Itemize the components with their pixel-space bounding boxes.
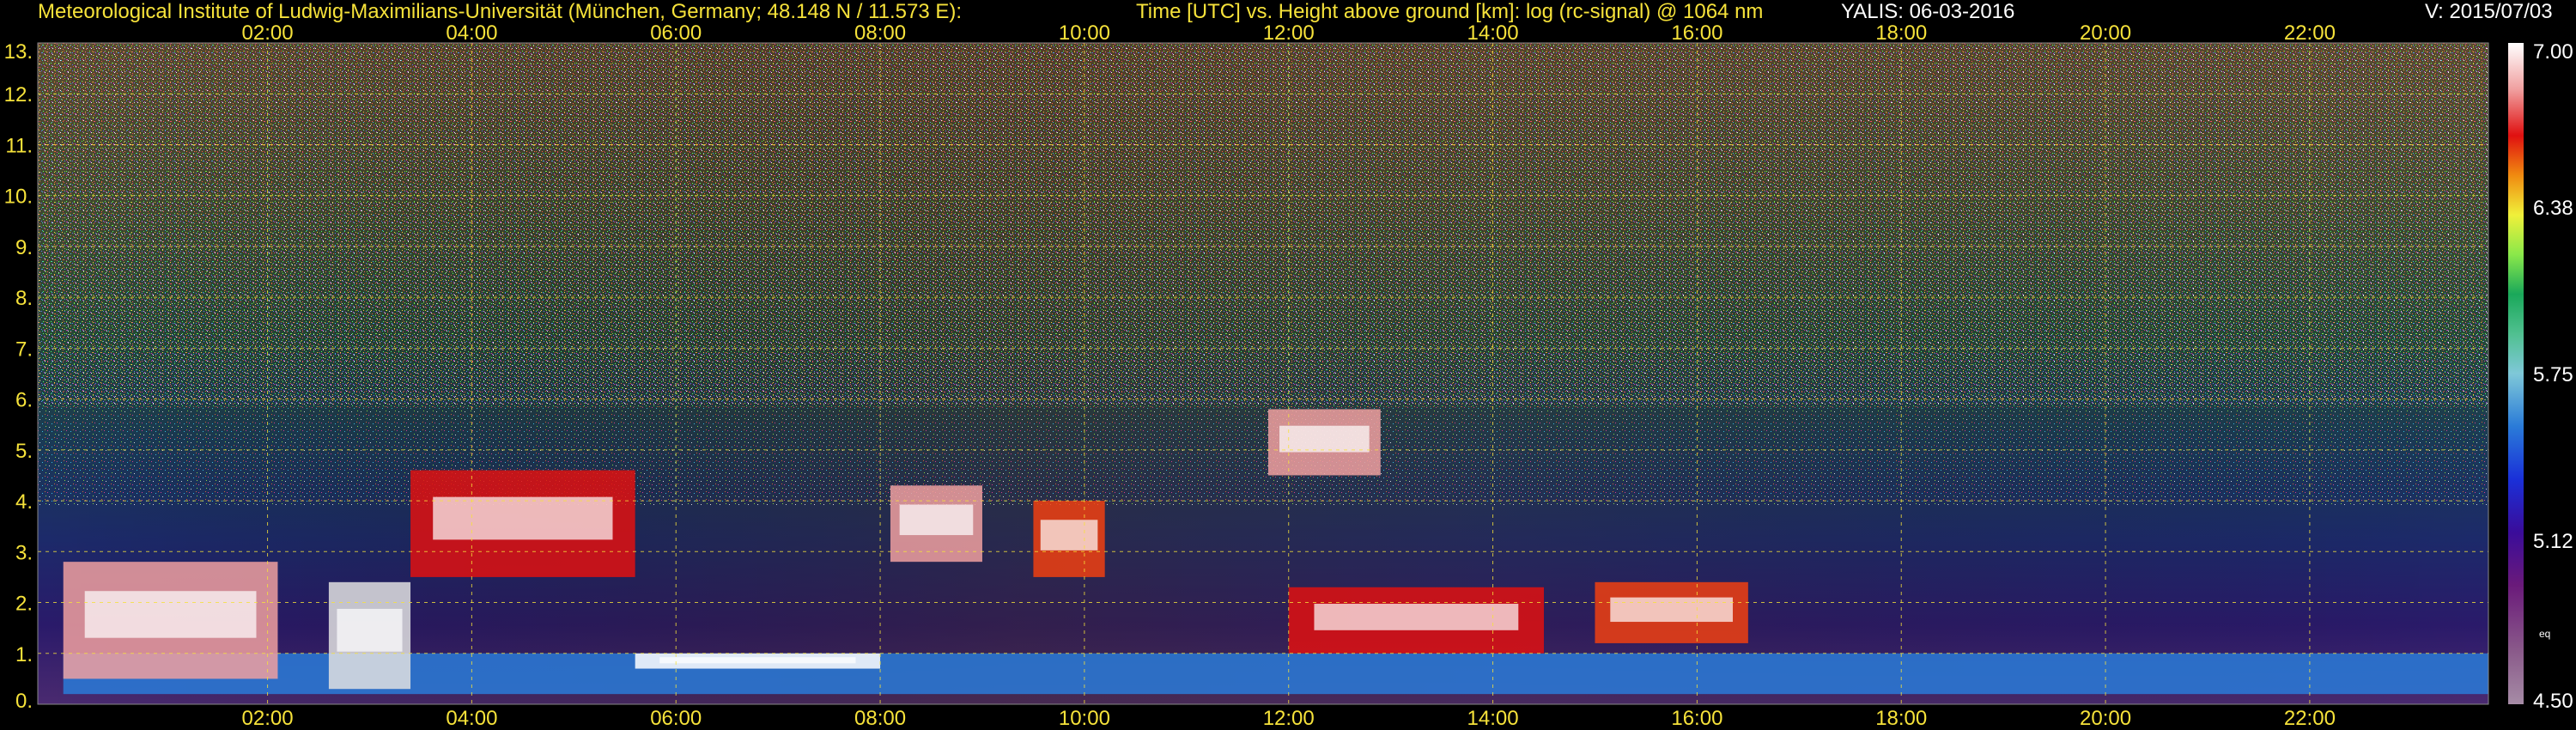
x-tick-label-top: 08:00: [854, 21, 906, 45]
backscatter-core: [337, 608, 403, 652]
backscatter-core: [1040, 520, 1098, 551]
x-tick-label-top: 20:00: [2080, 21, 2131, 45]
y-tick-label: 7.: [15, 338, 33, 361]
x-tick-label-bottom: 06:00: [650, 707, 702, 730]
x-tick-label-bottom: 20:00: [2080, 707, 2131, 730]
x-tick-label-top: 14:00: [1467, 21, 1519, 45]
y-tick-label: 4.: [15, 490, 33, 514]
x-tick-label-bottom: 22:00: [2284, 707, 2336, 730]
y-tick-label: 5.: [15, 440, 33, 463]
x-tick-label-top: 02:00: [242, 21, 294, 45]
x-tick-label-top: 12:00: [1263, 21, 1315, 45]
colorbar-small-label: eq: [2539, 628, 2550, 640]
x-tick-label-bottom: 10:00: [1059, 707, 1110, 730]
y-tick-label: 0.: [15, 690, 33, 713]
instrument-date: YALIS: 06-03-2016: [1841, 0, 2015, 23]
x-tick-label-top: 10:00: [1059, 21, 1110, 45]
x-tick-label-bottom: 02:00: [242, 707, 294, 730]
x-tick-label-bottom: 04:00: [446, 707, 497, 730]
x-tick-label-bottom: 16:00: [1671, 707, 1722, 730]
x-ticks-top: 02:00 04:00 06:00 08:00 10:00 12:00 14:00 16:00…: [242, 21, 2336, 45]
y-tick-label: 2.: [15, 593, 33, 616]
y-tick-label: 1.: [15, 643, 33, 666]
colorbar-tick-label: 7.00: [2533, 40, 2573, 64]
chart-title: Time [UTC] vs. Height above ground [km]:…: [1136, 0, 1764, 23]
version-label: V: 2015/07/03: [2425, 0, 2553, 23]
x-tick-label-top: 16:00: [1671, 21, 1722, 45]
y-tick-label: 3.: [15, 541, 33, 564]
y-tick-label: 11.: [5, 134, 33, 157]
backscatter-core: [899, 504, 974, 536]
institute-label: Meteorological Institute of Ludwig-Maxim…: [38, 0, 963, 23]
backscatter-feature: [63, 653, 2488, 695]
colorbar-tick-label: 6.38: [2533, 197, 2573, 220]
y-tick-label: 6.: [15, 389, 33, 412]
signal-noise: [38, 43, 2488, 506]
backscatter-core: [1279, 425, 1370, 453]
colorbar-tick-label: 5.12: [2533, 530, 2573, 553]
colorbar: eq 7.00 6.38 5.75 5.12 4.50: [2508, 40, 2573, 713]
y-ticks: 0. 1. 2. 3. 4. 5. 6. 7. 8. 9. 10. 11. 12. 13.: [4, 40, 33, 713]
lidar-figure: 02:00 04:00 06:00 08:00 10:00 12:00 14:00 16:00…: [4, 21, 2573, 730]
backscatter-core: [433, 496, 613, 540]
y-tick-label: 9.: [15, 236, 33, 259]
x-tick-label-top: 18:00: [1875, 21, 1927, 45]
x-tick-label-bottom: 08:00: [854, 707, 906, 730]
backscatter-core: [659, 657, 856, 664]
x-tick-label-top: 22:00: [2284, 21, 2336, 45]
x-tick-label-bottom: 14:00: [1467, 707, 1519, 730]
x-tick-label-top: 06:00: [650, 21, 702, 45]
x-tick-label-top: 04:00: [446, 21, 497, 45]
y-tick-label: 12.: [4, 83, 33, 106]
colorbar-tick-label: 5.75: [2533, 363, 2573, 386]
backscatter-core: [1610, 597, 1734, 623]
x-ticks-bottom: 02:00 04:00 06:00 08:00 10:00 12:00 14:00 16:00…: [242, 707, 2336, 730]
y-tick-label: 10.: [4, 186, 33, 209]
y-tick-label: 13.: [4, 40, 33, 64]
y-tick-label: 8.: [15, 287, 33, 310]
backscatter-core: [1314, 604, 1519, 630]
x-tick-label-bottom: 12:00: [1263, 707, 1315, 730]
colorbar-scale: [2508, 43, 2524, 704]
backscatter-core: [84, 591, 257, 638]
colorbar-tick-label: 4.50: [2533, 690, 2573, 713]
x-tick-label-bottom: 18:00: [1875, 707, 1927, 730]
